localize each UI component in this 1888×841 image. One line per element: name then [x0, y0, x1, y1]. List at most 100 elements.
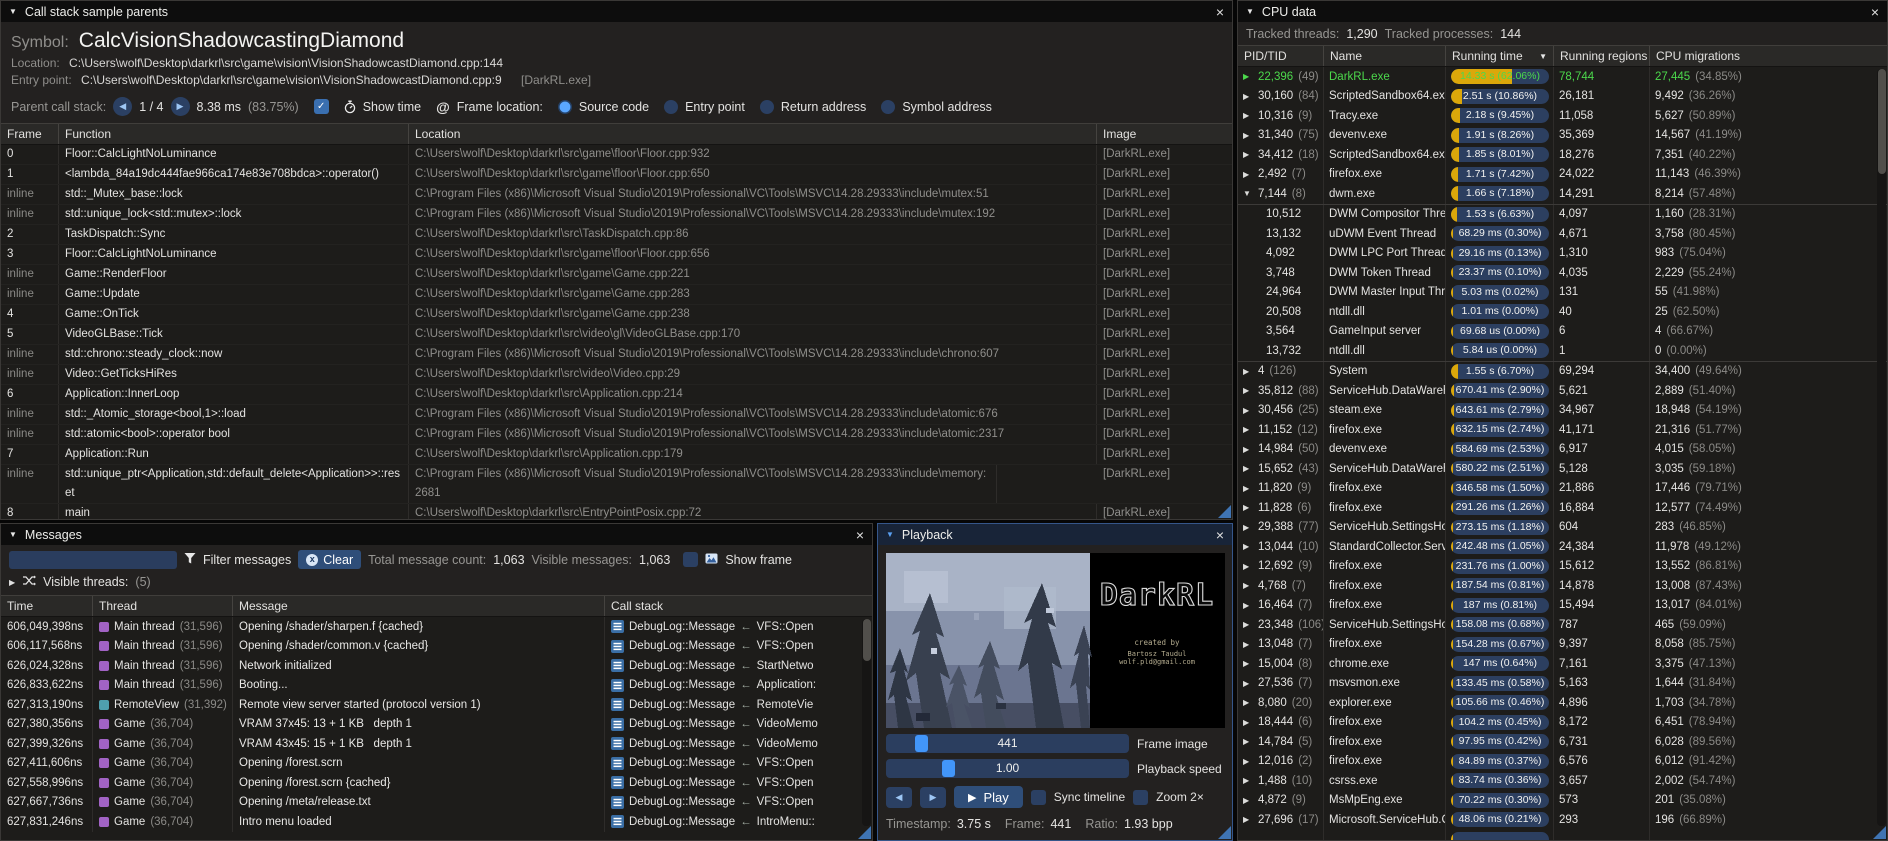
resize-grip[interactable]	[858, 826, 871, 839]
messages-scrollbar[interactable]	[862, 619, 871, 826]
cpu-row[interactable]: ▶30,456(25)steam.exe643.61 ms (2.79%)34,…	[1238, 401, 1887, 421]
cpu-titlebar[interactable]: ▼ CPU data ×	[1238, 1, 1887, 22]
prev-stack-button[interactable]: ◀	[113, 97, 132, 116]
message-row[interactable]: 627,558,996nsGame(36,704)Opening /forest…	[1, 773, 872, 793]
callstack-list-icon[interactable]	[611, 796, 624, 809]
col-thread[interactable]: Thread	[93, 596, 233, 616]
expand-icon[interactable]: ▶	[1243, 386, 1253, 395]
cpu-row[interactable]: ▶14,984(50)devenv.exe584.69 ms (2.53%)6,…	[1238, 440, 1887, 460]
filter-input[interactable]	[9, 551, 177, 569]
cpu-row[interactable]: ▶30,160(84)ScriptedSandbox64.exe2.51 s (…	[1238, 87, 1887, 107]
callstack-row[interactable]: inlinestd::chrono::steady_clock::nowC:\P…	[1, 345, 1232, 365]
expand-icon[interactable]: ▶	[1243, 367, 1253, 376]
callstack-list-icon[interactable]	[611, 698, 624, 711]
expand-icon[interactable]: ▶	[1243, 131, 1253, 140]
callstack-titlebar[interactable]: ▼ Call stack sample parents ×	[1, 1, 1232, 22]
cpu-row[interactable]: ▶27,536(7)msvsmon.exe133.45 ms (0.58%)5,…	[1238, 674, 1887, 694]
collapse-icon[interactable]: ▼	[9, 530, 17, 539]
radio-entry-point[interactable]	[664, 100, 678, 114]
message-row[interactable]: 627,667,736nsGame(36,704)Opening /meta/r…	[1, 793, 872, 813]
cpu-row[interactable]: ▶8,080(20)explorer.exe105.66 ms (0.46%)4…	[1238, 693, 1887, 713]
cpu-row[interactable]: ▶22,396(49)DarkRL.exe14.33 s (62.06%)78,…	[1238, 67, 1887, 87]
frame-image-slider[interactable]: 441	[886, 734, 1129, 753]
cpu-row[interactable]: ▶15,652(43)ServiceHub.DataWarehou580.22 …	[1238, 459, 1887, 479]
cpu-row[interactable]: ▶2,492(7)firefox.exe1.71 s (7.42%)24,022…	[1238, 165, 1887, 185]
expand-icon[interactable]: ▶	[1243, 659, 1253, 668]
callstack-row[interactable]: inlineVideo::GetTicksHiResC:\Users\wolf\…	[1, 365, 1232, 385]
callstack-list-icon[interactable]	[611, 815, 624, 828]
col-message[interactable]: Message	[233, 596, 605, 616]
cpu-row[interactable]: ▼7,144(8)dwm.exe1.66 s (7.18%)14,2918,21…	[1238, 184, 1887, 204]
cpu-row[interactable]: 13,732ntdll.dll5.84 us (0.00%)10(0.00%)	[1238, 341, 1887, 362]
cpu-row[interactable]: ▶34,412(18)ScriptedSandbox64.exe1.85 s (…	[1238, 145, 1887, 165]
cpu-scrollbar[interactable]	[1877, 69, 1886, 826]
expand-icon[interactable]: ▶	[1243, 581, 1253, 590]
cpu-row[interactable]: ▶12,692(9)firefox.exe231.76 ms (1.00%)15…	[1238, 557, 1887, 577]
callstack-row[interactable]: inlinestd::atomic<bool>::operator boolC:…	[1, 425, 1232, 445]
col-cpu-migrations[interactable]: CPU migrations	[1650, 46, 1887, 66]
callstack-cell[interactable]: DebugLog::Message←VFS::Open	[605, 617, 872, 637]
scrollbar-thumb[interactable]	[863, 619, 871, 661]
callstack-list-icon[interactable]	[611, 620, 624, 633]
expand-icon[interactable]: ▶	[1243, 464, 1253, 473]
cpu-row[interactable]: ▶14,784(5)firefox.exe97.95 ms (0.42%)6,7…	[1238, 732, 1887, 752]
callstack-row[interactable]: inlinestd::unique_lock<std::mutex>::lock…	[1, 205, 1232, 225]
cpu-row[interactable]: ▶13,044(10)StandardCollector.Servic242.4…	[1238, 537, 1887, 557]
cpu-row[interactable]: 24,964DWM Master Input Threa5.03 ms (0.0…	[1238, 283, 1887, 303]
next-frame-button[interactable]: ▶	[920, 787, 946, 808]
callstack-row[interactable]: 2TaskDispatch::SyncC:\Users\wolf\Desktop…	[1, 225, 1232, 245]
callstack-row[interactable]: 4Game::OnTickC:\Users\wolf\Desktop\darkr…	[1, 305, 1232, 325]
collapse-icon[interactable]: ▼	[9, 7, 17, 16]
visible-threads-row[interactable]: ▶ Visible threads: (5)	[1, 573, 872, 595]
expand-icon[interactable]: ▶	[1243, 503, 1253, 512]
message-row[interactable]: 606,049,398nsMain thread(31,596)Opening …	[1, 617, 872, 637]
cpu-row[interactable]: ▶1,488(10)csrss.exe83.74 ms (0.36%)3,657…	[1238, 771, 1887, 791]
cpu-row[interactable]: ▶11,820(9)firefox.exe346.58 ms (1.50%)21…	[1238, 479, 1887, 499]
close-icon[interactable]: ×	[1216, 5, 1224, 19]
prev-frame-button[interactable]: ◀	[886, 787, 912, 808]
message-row[interactable]: 627,399,326nsGame(36,704)VRAM 43x45: 15 …	[1, 734, 872, 754]
callstack-row[interactable]: inlineGame::RenderFloorC:\Users\wolf\Des…	[1, 265, 1232, 285]
callstack-row[interactable]: 1<lambda_84a19dc444fae966ca174e83e708bdc…	[1, 165, 1232, 185]
callstack-list-icon[interactable]	[611, 718, 624, 731]
col-frame[interactable]: Frame	[1, 124, 59, 144]
callstack-cell[interactable]: DebugLog::Message←Application:	[605, 676, 872, 696]
cpu-row[interactable]: 20,508ntdll.dll1.01 ms (0.00%)4025(62.50…	[1238, 302, 1887, 322]
expand-icon[interactable]: ▶	[9, 578, 15, 587]
cpu-row[interactable]: ▶4,872(9)MsMpEng.exe70.22 ms (0.30%)5732…	[1238, 791, 1887, 811]
expand-icon[interactable]: ▶	[1243, 542, 1253, 551]
next-stack-button[interactable]: ▶	[171, 97, 190, 116]
callstack-cell[interactable]: DebugLog::Message←VFS::Open	[605, 793, 872, 813]
expand-icon[interactable]: ▶	[1243, 737, 1253, 746]
expand-icon[interactable]: ▶	[1243, 698, 1253, 707]
col-pid-tid[interactable]: PID/TID	[1238, 46, 1324, 66]
callstack-cell[interactable]: DebugLog::Message←VFS::Open	[605, 637, 872, 657]
callstack-list-icon[interactable]	[611, 659, 624, 672]
expand-icon[interactable]: ▶	[1243, 796, 1253, 805]
col-location[interactable]: Location	[409, 124, 1097, 144]
expand-icon[interactable]: ▶	[1243, 718, 1253, 727]
callstack-cell[interactable]: DebugLog::Message←IntroMenu::	[605, 812, 872, 832]
expand-icon[interactable]: ▶	[1243, 679, 1253, 688]
callstack-cell[interactable]: DebugLog::Message←VideoMemo	[605, 715, 872, 735]
col-running-regions[interactable]: Running regions	[1554, 46, 1650, 66]
expand-icon[interactable]: ▶	[1243, 562, 1253, 571]
expand-icon[interactable]: ▶	[1243, 601, 1253, 610]
radio-source-code[interactable]	[558, 100, 572, 114]
callstack-list-icon[interactable]	[611, 737, 624, 750]
callstack-cell[interactable]: DebugLog::Message←RemoteVie	[605, 695, 872, 715]
collapse-icon[interactable]: ▼	[1246, 7, 1254, 16]
cpu-row[interactable]: ▶29,388(77)ServiceHub.SettingsHost273.15…	[1238, 518, 1887, 538]
cpu-row[interactable]: 13,132uDWM Event Thread68.29 ms (0.30%)4…	[1238, 224, 1887, 244]
callstack-list-icon[interactable]	[611, 757, 624, 770]
expand-icon[interactable]: ▶	[1243, 92, 1253, 101]
col-function[interactable]: Function	[59, 124, 409, 144]
cpu-row[interactable]: ▶10,316(9)Tracy.exe2.18 s (9.45%)11,0585…	[1238, 106, 1887, 126]
cpu-row[interactable]: ▶31,340(75)devenv.exe1.91 s (8.26%)35,36…	[1238, 126, 1887, 146]
col-time[interactable]: Time	[1, 596, 93, 616]
expand-icon[interactable]: ▶	[1243, 111, 1253, 120]
callstack-row[interactable]: 6Application::InnerLoopC:\Users\wolf\Des…	[1, 385, 1232, 405]
callstack-cell[interactable]: DebugLog::Message←StartNetwo	[605, 656, 872, 676]
col-running-time[interactable]: Running time▼	[1446, 46, 1554, 66]
cpu-row[interactable]: ▶11,152(12)firefox.exe632.15 ms (2.74%)4…	[1238, 420, 1887, 440]
